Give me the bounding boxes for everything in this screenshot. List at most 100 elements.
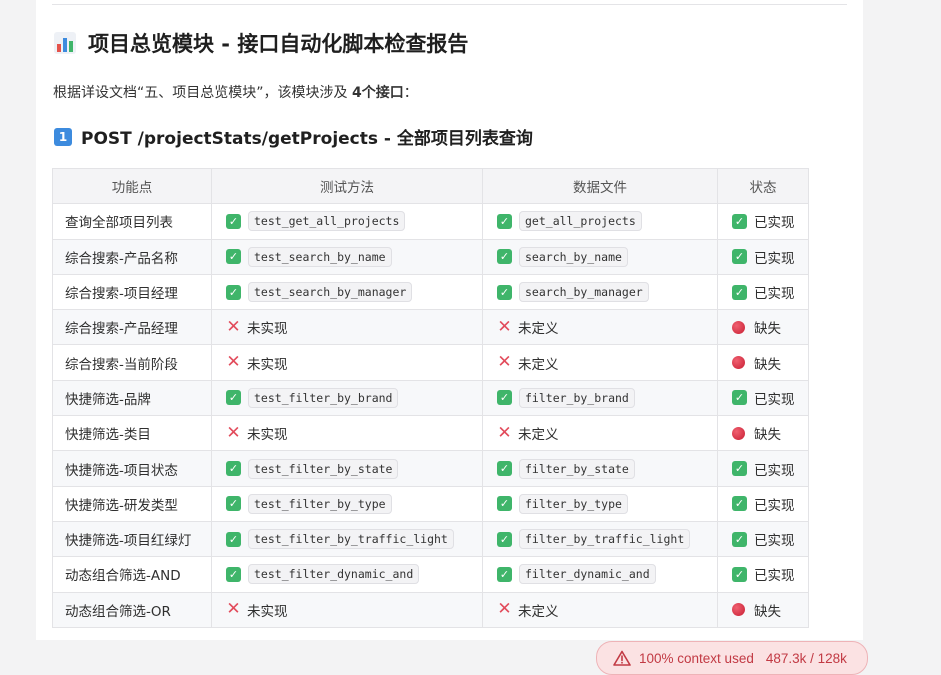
check-mark-icon: ✓ — [732, 461, 747, 477]
cross-mark-icon: ✕ — [226, 599, 241, 620]
method-name: test_filter_by_state — [248, 458, 399, 479]
status-cell: 缺失 — [717, 591, 809, 628]
table-row: 快捷筛选-研发类型 ✓ test_filter_by_type ✓ filter_by_… — [52, 485, 809, 522]
method-name: 未实现 — [247, 427, 288, 444]
status-text: 缺失 — [754, 603, 781, 620]
status-text: 已实现 — [754, 250, 795, 267]
method-name: test_filter_by_traffic_light — [248, 529, 454, 550]
table-row: 综合搜索-产品名称 ✓ test_search_by_name ✓ search_by_… — [52, 238, 809, 275]
check-mark-icon: ✓ — [497, 390, 512, 406]
table-row: 快捷筛选-项目状态 ✓ test_filter_by_state ✓ filter_by… — [52, 450, 809, 487]
method-cell: ✓ test_filter_dynamic_and — [211, 556, 483, 593]
method-cell: ✓ test_search_by_manager — [211, 273, 483, 311]
check-mark-icon: ✓ — [226, 284, 241, 300]
feature-cell: 综合搜索-产品名称 — [52, 238, 212, 275]
status-text: 缺失 — [754, 321, 781, 338]
cross-mark-icon: ✕ — [226, 352, 241, 373]
data-file-name: filter_by_state — [519, 458, 635, 479]
method-cell: ✓ test_filter_by_traffic_light — [211, 520, 483, 558]
method-cell: ✓ test_filter_by_brand — [211, 379, 483, 417]
method-cell: ✕ 未实现 — [211, 415, 483, 452]
status-cell: ✓ 已实现 — [717, 203, 809, 240]
status-text: 已实现 — [754, 215, 795, 232]
method-cell: ✓ test_get_all_projects — [211, 203, 483, 240]
status-text: 已实现 — [754, 497, 795, 514]
feature-cell: 快捷筛选-研发类型 — [52, 485, 212, 522]
cross-mark-icon: ✕ — [226, 316, 241, 337]
data-file-name: filter_by_traffic_light — [519, 529, 691, 550]
intro-text: 根据详设文档“五、项目总览模块”，该模块涉及 4个接口： — [53, 82, 418, 102]
data-file-cell: ✕ 未定义 — [482, 309, 718, 346]
method-cell: ✓ test_filter_by_state — [211, 450, 483, 487]
feature-cell: 快捷筛选-项目红绿灯 — [52, 520, 212, 558]
table-row: 综合搜索-当前阶段 ✕ 未实现 ✕ 未定义 缺失 — [52, 344, 809, 381]
method-name: 未实现 — [247, 356, 288, 373]
feature-cell: 快捷筛选-品牌 — [52, 379, 212, 417]
table-header-row: 功能点 测试方法 数据文件 状态 — [52, 167, 809, 205]
status-cell: ✓ 已实现 — [717, 273, 809, 311]
status-cell: 缺失 — [717, 415, 809, 452]
table-body: 查询全部项目列表 ✓ test_get_all_projects ✓ get_all_p… — [52, 203, 809, 628]
method-cell: ✕ 未实现 — [211, 344, 483, 381]
status-cell: ✓ 已实现 — [717, 485, 809, 522]
context-usage-value: 487.3k / 128k — [765, 650, 847, 666]
check-mark-icon: ✓ — [226, 249, 241, 265]
check-mark-icon: ✓ — [732, 566, 747, 582]
column-header-status: 状态 — [717, 167, 809, 205]
method-cell: ✕ 未实现 — [211, 309, 483, 346]
data-file-name: filter_by_brand — [519, 387, 635, 408]
column-header-data-file: 数据文件 — [482, 167, 718, 205]
data-file-name: 未定义 — [518, 321, 559, 338]
data-file-name: 未定义 — [518, 427, 559, 444]
table-row: 综合搜索-产品经理 ✕ 未实现 ✕ 未定义 缺失 — [52, 309, 809, 346]
method-name: test_filter_dynamic_and — [248, 564, 420, 585]
page-title: 项目总览模块 - 接口自动化脚本检查报告 — [54, 28, 468, 58]
divider — [52, 4, 847, 5]
method-name: test_filter_by_brand — [248, 387, 399, 408]
check-mark-icon: ✓ — [226, 390, 241, 406]
status-text: 缺失 — [754, 356, 781, 373]
check-mark-icon: ✓ — [497, 284, 512, 300]
data-file-cell: ✓ filter_by_traffic_light — [482, 520, 718, 558]
method-name: test_filter_by_type — [248, 493, 392, 514]
red-circle-icon — [732, 320, 745, 334]
data-file-cell: ✕ 未定义 — [482, 591, 718, 628]
table-row: 动态组合筛选-AND ✓ test_filter_dynamic_and ✓ filte… — [52, 556, 809, 593]
check-mark-icon: ✓ — [732, 496, 747, 512]
intro-prefix: 根据详设文档“五、项目总览模块”，该模块涉及 — [53, 85, 352, 101]
check-mark-icon: ✓ — [497, 249, 512, 265]
method-name: 未实现 — [247, 603, 288, 620]
cross-mark-icon: ✕ — [497, 352, 512, 373]
red-circle-icon — [732, 603, 745, 617]
method-cell: ✕ 未实现 — [211, 591, 483, 628]
status-cell: ✓ 已实现 — [717, 450, 809, 487]
cross-mark-icon: ✕ — [497, 599, 512, 620]
intro-count: 4个接口 — [351, 85, 404, 101]
check-mark-icon: ✓ — [226, 496, 241, 512]
data-file-cell: ✓ filter_dynamic_and — [482, 556, 718, 593]
data-file-name: search_by_manager — [519, 282, 649, 303]
check-mark-icon: ✓ — [226, 213, 241, 229]
feature-cell: 综合搜索-当前阶段 — [52, 344, 212, 381]
table-row: 动态组合筛选-OR ✕ 未实现 ✕ 未定义 缺失 — [52, 591, 809, 628]
table-row: 查询全部项目列表 ✓ test_get_all_projects ✓ get_all_p… — [52, 203, 809, 240]
context-usage-warning[interactable]: 100% context used 487.3k / 128k — [596, 641, 868, 675]
status-text: 缺失 — [754, 427, 781, 444]
data-file-cell: ✕ 未定义 — [482, 415, 718, 452]
status-text: 已实现 — [754, 533, 795, 550]
status-cell: 缺失 — [717, 309, 809, 346]
feature-cell: 动态组合筛选-OR — [52, 591, 212, 628]
feature-cell: 快捷筛选-项目状态 — [52, 450, 212, 487]
feature-cell: 综合搜索-产品经理 — [52, 309, 212, 346]
cross-mark-icon: ✕ — [497, 316, 512, 337]
red-circle-icon — [732, 426, 745, 440]
method-name: test_get_all_projects — [248, 211, 406, 232]
check-mark-icon: ✓ — [497, 566, 512, 582]
check-mark-icon: ✓ — [497, 531, 512, 547]
check-mark-icon: ✓ — [226, 566, 241, 582]
data-file-cell: ✓ search_by_name — [482, 238, 718, 275]
red-circle-icon — [732, 356, 745, 370]
data-file-cell: ✓ filter_by_brand — [482, 379, 718, 417]
warning-triangle-icon — [613, 650, 631, 666]
data-file-cell: ✓ get_all_projects — [482, 203, 718, 240]
